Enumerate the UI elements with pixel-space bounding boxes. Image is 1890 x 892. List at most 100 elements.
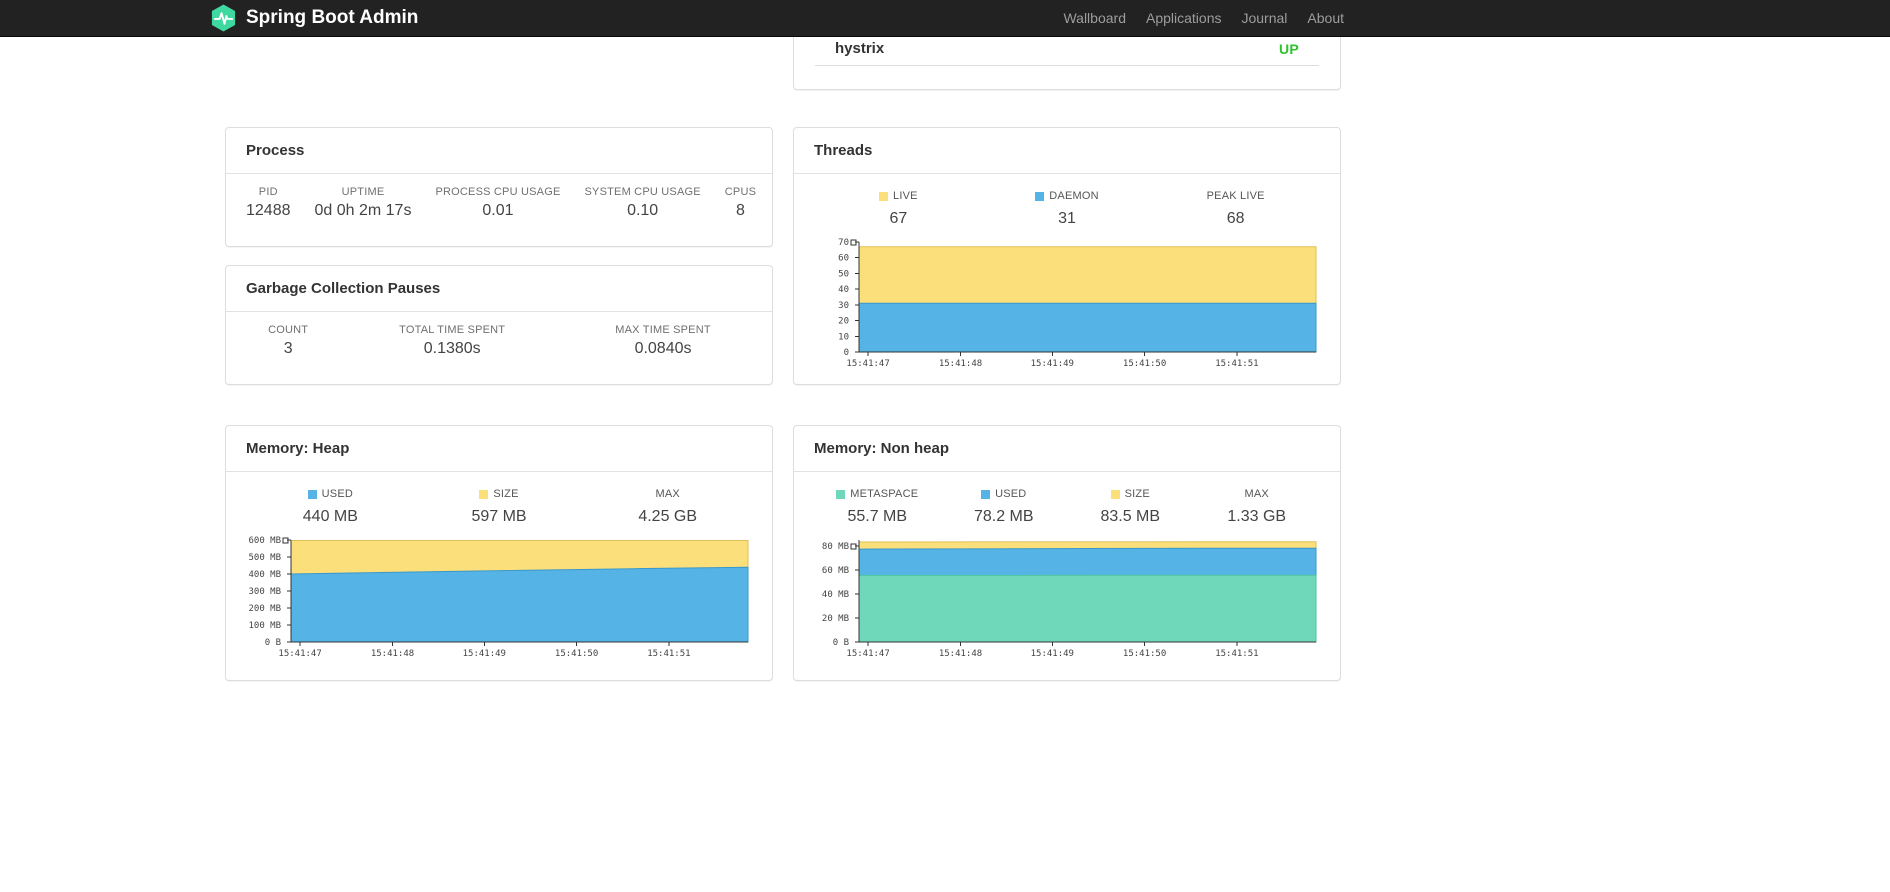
used-color-swatch (307, 490, 317, 499)
stat-value: 0.01 (482, 202, 514, 219)
svg-text:600 MB: 600 MB (248, 536, 281, 546)
memory-heap-panel: Memory: Heap USED 440 MB SIZE 597 MB MAX… (225, 425, 773, 681)
legend-label: USED (321, 488, 354, 500)
legend-item-metaspace: METASPACE 55.7 MB (814, 488, 941, 526)
legend-label: LIVE (893, 190, 918, 202)
gc-stats-table: COUNT TOTAL TIME SPENT MAX TIME SPENT 3 … (234, 312, 764, 376)
stat-value: 0.10 (627, 202, 659, 219)
svg-text:15:41:49: 15:41:49 (1031, 649, 1074, 659)
svg-text:15:41:47: 15:41:47 (846, 649, 889, 659)
svg-text:15:41:48: 15:41:48 (939, 649, 982, 659)
application-row[interactable]: hystrix UP (815, 37, 1319, 66)
svg-text:20: 20 (838, 317, 849, 327)
legend-label: USED (995, 488, 1027, 500)
svg-text:20 MB: 20 MB (822, 614, 849, 624)
memory-heap-panel-title: Memory: Heap (226, 426, 772, 472)
legend-value: 4.25 GB (638, 508, 698, 525)
threads-panel: Threads LIVE 67 DAEMON 31 PEAK LIVE 68 0… (793, 127, 1341, 385)
legend-value: 55.7 MB (847, 508, 908, 525)
process-stats-table: PID UPTIME PROCESS CPU USAGE SYSTEM CPU … (234, 174, 768, 238)
legend-item-size: SIZE 597 MB (415, 488, 584, 526)
svg-text:60: 60 (838, 254, 849, 264)
stat-value: 0.1380s (423, 340, 481, 357)
legend-label: PEAK LIVE (1206, 190, 1265, 202)
stat-value: 8 (736, 202, 745, 219)
used-color-swatch (981, 490, 991, 499)
legend-label: METASPACE (850, 488, 919, 500)
legend-item-used: USED 440 MB (246, 488, 415, 526)
nav-menu: Wallboard Applications Journal About (1053, 10, 1344, 26)
legend-item-max: MAX 1.33 GB (1194, 488, 1321, 526)
stat-value: 0.0840s (634, 340, 692, 357)
legend-label: DAEMON (1049, 190, 1099, 202)
legend-label: SIZE (1124, 488, 1150, 500)
spring-boot-admin-logo-icon (210, 3, 237, 33)
svg-text:0 B: 0 B (833, 638, 849, 648)
legend-value: 31 (1058, 210, 1076, 227)
stat-label: UPTIME (341, 186, 385, 198)
memory-nonheap-panel: Memory: Non heap METASPACE 55.7 MB USED (793, 425, 1341, 681)
stat-label: CPUS (724, 186, 757, 198)
gc-panel-title: Garbage Collection Pauses (226, 266, 772, 312)
legend-value: 68 (1226, 210, 1245, 227)
nav-item-journal[interactable]: Journal (1231, 10, 1297, 26)
svg-text:40 MB: 40 MB (822, 590, 849, 600)
svg-text:15:41:47: 15:41:47 (846, 359, 889, 369)
stat-label: TOTAL TIME SPENT (399, 324, 506, 336)
stat-value: 3 (283, 340, 293, 357)
svg-text:200 MB: 200 MB (248, 604, 281, 614)
memory-nonheap-legend: METASPACE 55.7 MB USED 78.2 MB SIZE 83.5… (814, 488, 1320, 526)
metaspace-color-swatch (836, 490, 846, 499)
stat-label: SYSTEM CPU USAGE (584, 186, 701, 198)
svg-text:15:41:49: 15:41:49 (1031, 359, 1074, 369)
svg-text:15:41:50: 15:41:50 (1123, 649, 1166, 659)
memory-heap-chart: 0 B 100 MB 200 MB 300 MB 400 MB 500 MB 600 MB 1… (246, 536, 752, 659)
legend-label: MAX (655, 488, 680, 500)
legend-value: 83.5 MB (1100, 508, 1161, 525)
nav-item-about[interactable]: About (1297, 10, 1344, 26)
svg-text:40: 40 (838, 285, 849, 295)
svg-text:100 MB: 100 MB (248, 621, 281, 631)
navbar: Spring Boot Admin Wallboard Applications… (0, 0, 1890, 37)
threads-legend: LIVE 67 DAEMON 31 PEAK LIVE 68 (814, 190, 1320, 228)
brand-title: Spring Boot Admin (246, 7, 419, 28)
legend-value: 78.2 MB (973, 508, 1034, 525)
legend-value: 1.33 GB (1227, 508, 1287, 525)
legend-item-size: SIZE 83.5 MB (1067, 488, 1194, 526)
size-color-swatch (1110, 490, 1120, 499)
legend-value: 440 MB (302, 508, 358, 525)
svg-text:15:41:51: 15:41:51 (1215, 649, 1258, 659)
svg-text:30: 30 (838, 301, 849, 311)
svg-text:15:41:50: 15:41:50 (1123, 359, 1166, 369)
main-content: Process PID UPTIME PROCESS CPU USAGE SYS… (225, 37, 1341, 681)
gc-panel: Garbage Collection Pauses COUNT TOTAL TI… (225, 265, 773, 385)
application-name[interactable]: hystrix (835, 40, 884, 57)
stat-label: COUNT (268, 324, 309, 336)
legend-value: 67 (889, 210, 908, 227)
svg-text:0: 0 (844, 348, 849, 358)
legend-item-peak-live: PEAK LIVE 68 (1151, 190, 1320, 228)
svg-text:15:41:50: 15:41:50 (555, 649, 598, 659)
svg-text:80 MB: 80 MB (822, 542, 849, 552)
svg-text:15:41:51: 15:41:51 (647, 649, 690, 659)
svg-text:400 MB: 400 MB (248, 570, 281, 580)
stat-value: 12488 (246, 202, 291, 219)
svg-text:15:41:48: 15:41:48 (939, 359, 982, 369)
legend-item-daemon: DAEMON 31 (983, 190, 1152, 228)
application-status-badge: UP (1278, 40, 1299, 57)
nav-item-applications[interactable]: Applications (1136, 10, 1232, 26)
nav-item-wallboard[interactable]: Wallboard (1053, 10, 1136, 26)
live-color-swatch (879, 192, 888, 201)
right-column: hystrix UP Threads LIVE 67 DAEMON 31 PEA… (793, 37, 1341, 681)
size-color-swatch (479, 490, 489, 499)
legend-item-max: MAX 4.25 GB (583, 488, 752, 526)
legend-item-live: LIVE 67 (814, 190, 983, 228)
svg-text:60 MB: 60 MB (822, 566, 849, 576)
left-column: Process PID UPTIME PROCESS CPU USAGE SYS… (225, 37, 773, 681)
applications-panel-footer (794, 66, 1340, 88)
brand[interactable]: Spring Boot Admin (210, 3, 418, 33)
svg-text:50: 50 (838, 269, 849, 279)
svg-text:300 MB: 300 MB (248, 587, 281, 597)
svg-text:15:41:47: 15:41:47 (278, 649, 321, 659)
svg-text:500 MB: 500 MB (248, 553, 281, 563)
